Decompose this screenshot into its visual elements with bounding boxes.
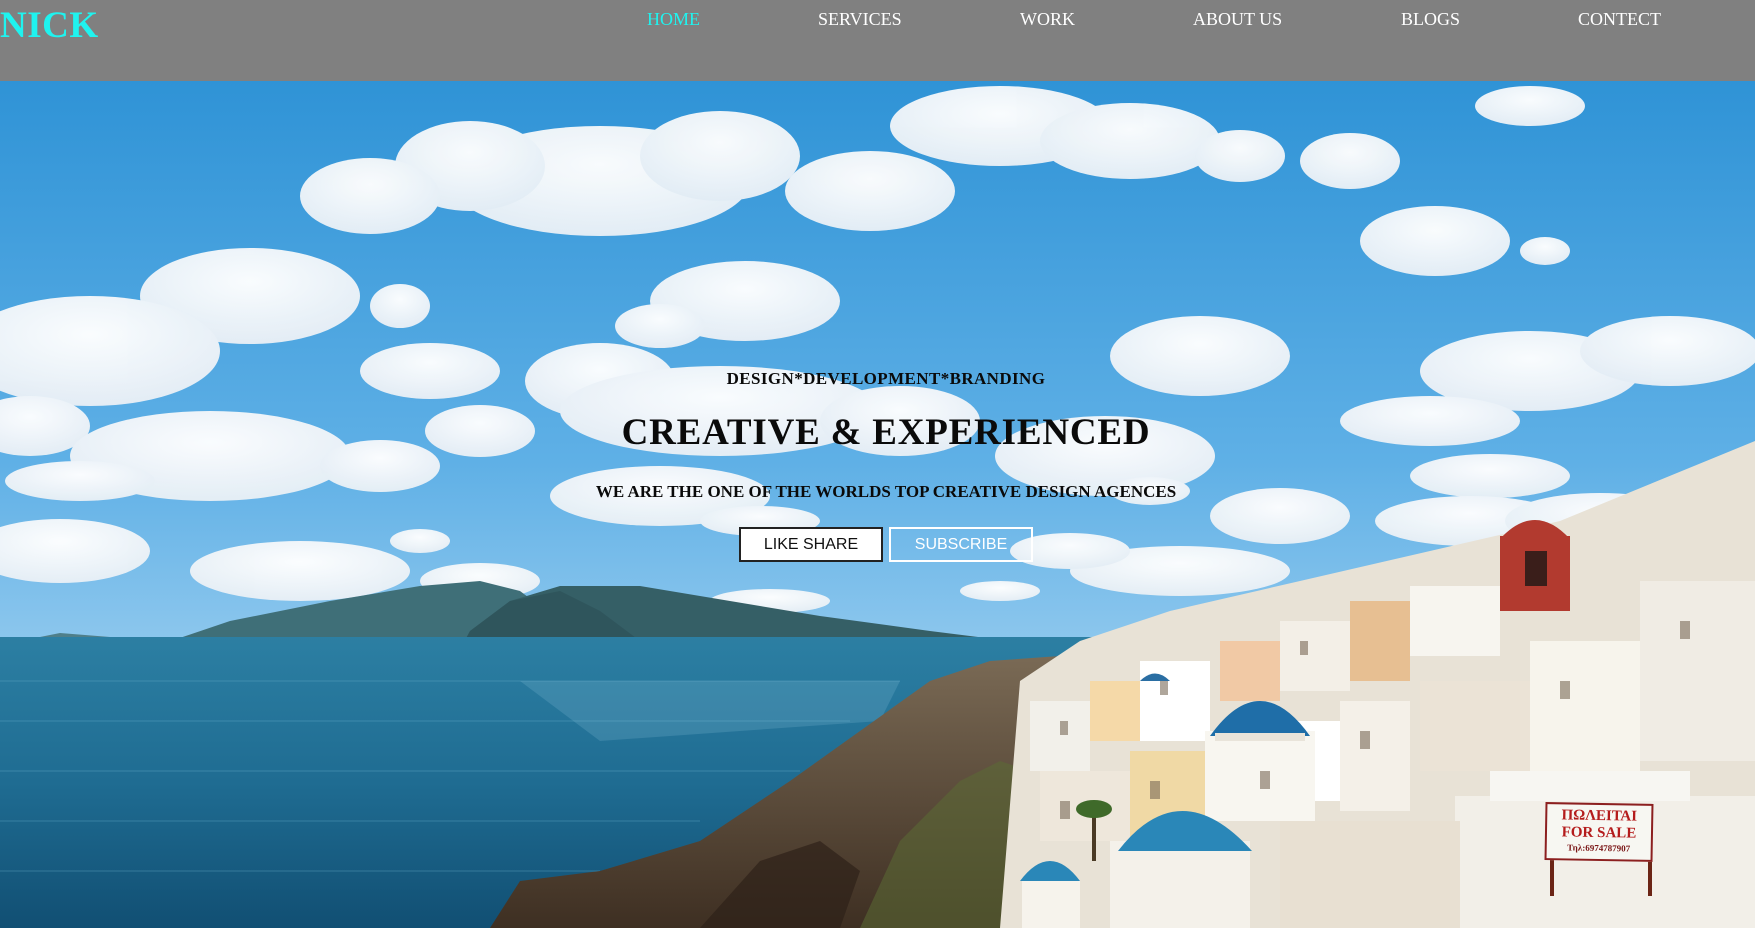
for-sale-sign: ΠΩΛΕΙΤΑΙ FOR SALE Τηλ:6974787907 <box>1544 802 1654 862</box>
nav-home-link[interactable]: HOME <box>647 9 700 30</box>
nav-services-link[interactable]: SERVICES <box>818 9 902 30</box>
hero-headline: CREATIVE & EXPERIENCED <box>621 412 1151 453</box>
sign-phone-text: Τηλ:6974787907 <box>1567 842 1631 854</box>
nav-work-link[interactable]: WORK <box>1020 9 1075 30</box>
nav-about-us-link[interactable]: ABOUT US <box>1193 9 1282 30</box>
site-header: NICK HOME SERVICES WORK ABOUT US BLOGS C… <box>0 0 1755 81</box>
subscribe-button[interactable]: SUBSCRIBE <box>889 527 1033 562</box>
main-nav: HOME SERVICES WORK ABOUT US BLOGS CONTEC… <box>0 9 1755 39</box>
like-share-button[interactable]: LIKE SHARE <box>739 527 883 562</box>
hero-tagline: DESIGN*DEVELOPMENT*BRANDING <box>726 369 1046 388</box>
nav-blogs-link[interactable]: BLOGS <box>1401 9 1460 30</box>
hero-section: DESIGN*DEVELOPMENT*BRANDING CREATIVE & E… <box>0 81 1755 928</box>
sign-english-text: FOR SALE <box>1561 824 1637 842</box>
sign-greek-text: ΠΩΛΕΙΤΑΙ <box>1561 807 1638 825</box>
hero-copy: DESIGN*DEVELOPMENT*BRANDING CREATIVE & E… <box>0 81 1755 928</box>
hero-subline: WE ARE THE ONE OF THE WORLDS TOP CREATIV… <box>595 482 1177 501</box>
nav-contect-link[interactable]: CONTECT <box>1578 9 1661 30</box>
